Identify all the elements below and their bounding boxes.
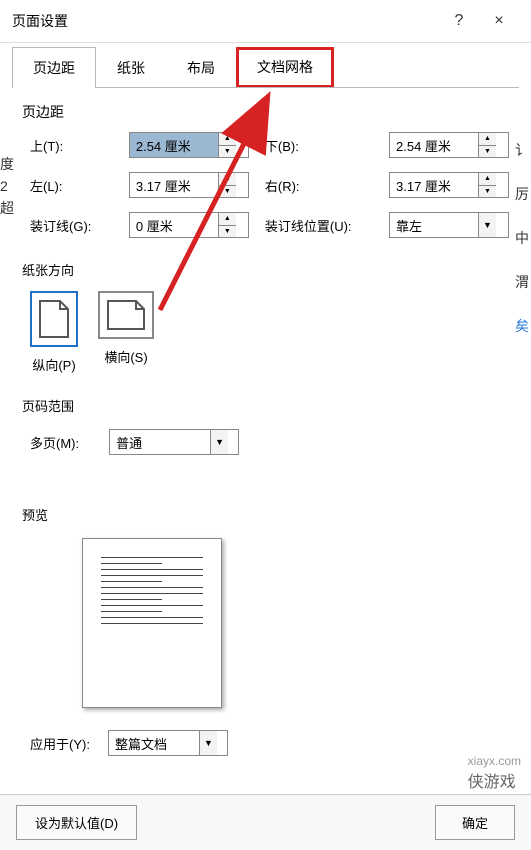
gutter-spinner[interactable]: ▲▼ [218, 213, 236, 237]
help-button[interactable]: ? [439, 8, 479, 34]
landscape-icon[interactable] [98, 291, 154, 339]
preview-thumbnail [82, 538, 222, 708]
margins-grid: 上(T): ▲▼ 下(B): ▲▼ 左(L): ▲▼ 右(R): ▲▼ 装订线(… [22, 132, 509, 238]
dialog-title: 页面设置 [12, 11, 439, 31]
apply-to-label: 应用于(Y): [30, 734, 90, 753]
margin-top-input[interactable]: ▲▼ [129, 132, 249, 158]
orientation-portrait[interactable]: 纵向(P) [30, 291, 78, 374]
multi-pages-dropdown[interactable]: ▼ [109, 429, 239, 455]
margin-bottom-label: 下(B): [265, 136, 373, 155]
gutter-value[interactable] [130, 213, 218, 237]
apply-row: 应用于(Y): ▼ [22, 730, 509, 756]
margin-left-input[interactable]: ▲▼ [129, 172, 249, 198]
landscape-label: 横向(S) [104, 347, 147, 366]
orientation-group: 纵向(P) 横向(S) [22, 291, 509, 374]
portrait-label: 纵向(P) [32, 355, 75, 374]
pages-section: 页码范围 [22, 396, 509, 415]
gutter-pos-value[interactable] [390, 218, 478, 233]
chevron-down-icon[interactable]: ▼ [199, 731, 217, 755]
titlebar: 页面设置 ? × [0, 0, 531, 43]
gutter-pos-dropdown[interactable]: ▼ [389, 212, 509, 238]
tab-bar: 页边距 纸张 布局 文档网格 [12, 47, 519, 88]
margins-section-title: 页边距 [22, 102, 509, 122]
ok-button[interactable]: 确定 [435, 805, 515, 840]
margin-right-input[interactable]: ▲▼ [389, 172, 509, 198]
pages-row: 多页(M): ▼ [22, 429, 509, 455]
close-button[interactable]: × [479, 8, 519, 34]
gutter-label: 装订线(G): [30, 216, 113, 235]
margin-top-value[interactable] [130, 133, 218, 157]
margin-bottom-value[interactable] [390, 133, 478, 157]
preview-title: 预览 [22, 505, 48, 524]
tab-paper[interactable]: 纸张 [96, 47, 166, 88]
gutter-pos-label: 装订线位置(U): [265, 216, 373, 235]
content-area: 页边距 上(T): ▲▼ 下(B): ▲▼ 左(L): ▲▼ 右(R): ▲▼ … [0, 88, 531, 770]
margin-bottom-spinner[interactable]: ▲▼ [478, 133, 496, 157]
orientation-landscape[interactable]: 横向(S) [98, 291, 154, 374]
pages-title: 页码范围 [22, 396, 74, 415]
apply-to-dropdown[interactable]: ▼ [108, 730, 228, 756]
margin-top-spinner[interactable]: ▲▼ [218, 133, 236, 157]
preview-section: 预览 [22, 505, 509, 524]
margin-bottom-input[interactable]: ▲▼ [389, 132, 509, 158]
chevron-down-icon[interactable]: ▼ [210, 430, 228, 454]
multi-pages-label: 多页(M): [30, 433, 79, 452]
margin-right-value[interactable] [390, 173, 478, 197]
side-chars-right: 讠 厉 中 渭 矣 [515, 140, 529, 336]
portrait-icon[interactable] [30, 291, 78, 347]
margin-right-spinner[interactable]: ▲▼ [478, 173, 496, 197]
apply-to-value[interactable] [109, 736, 199, 751]
dialog-footer: 设为默认值(D) 确定 [0, 794, 531, 850]
multi-pages-value[interactable] [110, 435, 210, 450]
side-chars-left: 度 2 超 [0, 154, 14, 218]
margin-left-value[interactable] [130, 173, 218, 197]
chevron-down-icon[interactable]: ▼ [478, 213, 496, 237]
tab-margins[interactable]: 页边距 [12, 47, 96, 88]
margin-left-spinner[interactable]: ▲▼ [218, 173, 236, 197]
tab-layout[interactable]: 布局 [166, 47, 236, 88]
watermark: xiayx.com 侠游戏 [468, 754, 521, 792]
margin-left-label: 左(L): [30, 176, 113, 195]
orientation-section: 纸张方向 [22, 260, 509, 279]
margin-right-label: 右(R): [265, 176, 373, 195]
orientation-title: 纸张方向 [22, 260, 74, 279]
set-default-button[interactable]: 设为默认值(D) [16, 805, 137, 840]
tab-document-grid[interactable]: 文档网格 [236, 47, 334, 88]
gutter-input[interactable]: ▲▼ [129, 212, 249, 238]
margin-top-label: 上(T): [30, 136, 113, 155]
